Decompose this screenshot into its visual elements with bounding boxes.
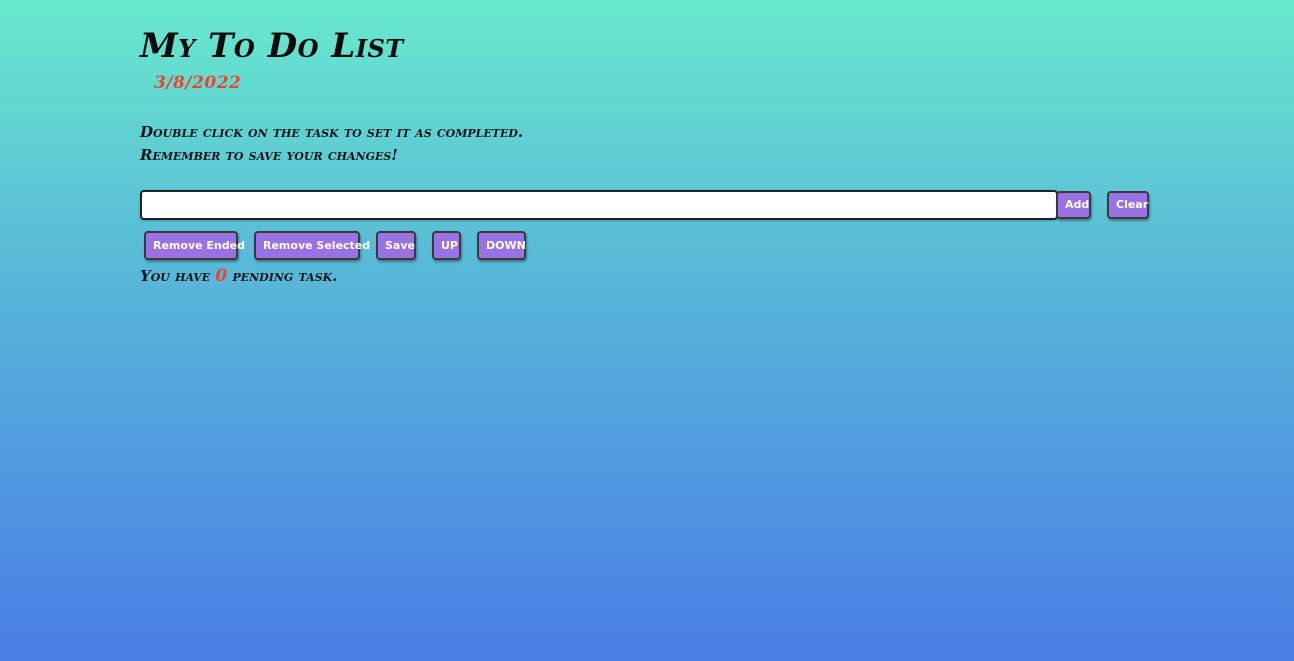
remove-selected-button[interactable]: Remove Selected: [254, 231, 370, 260]
move-up-button[interactable]: UP: [432, 231, 461, 260]
task-input[interactable]: [140, 190, 1058, 220]
add-button[interactable]: Add: [1056, 191, 1091, 219]
remove-ended-button[interactable]: Remove Ended: [144, 231, 245, 260]
page-title: My To Do List: [140, 26, 404, 66]
pending-prefix: You have: [140, 267, 216, 285]
instruction-line-1: Double click on the task to set it as co…: [140, 123, 524, 141]
instruction-line-2: Remember to save your changes!: [140, 146, 398, 164]
move-down-button[interactable]: DOWN: [477, 231, 526, 260]
pending-count: 0: [215, 266, 228, 286]
instructions: Double click on the task to set it as co…: [140, 121, 523, 167]
pending-status: You have 0 pending task.: [140, 266, 337, 286]
clear-button[interactable]: Clear: [1107, 191, 1149, 219]
save-button[interactable]: Save: [376, 231, 416, 260]
pending-suffix: pending task.: [227, 267, 338, 285]
current-date: 3/8/2022: [154, 73, 242, 93]
